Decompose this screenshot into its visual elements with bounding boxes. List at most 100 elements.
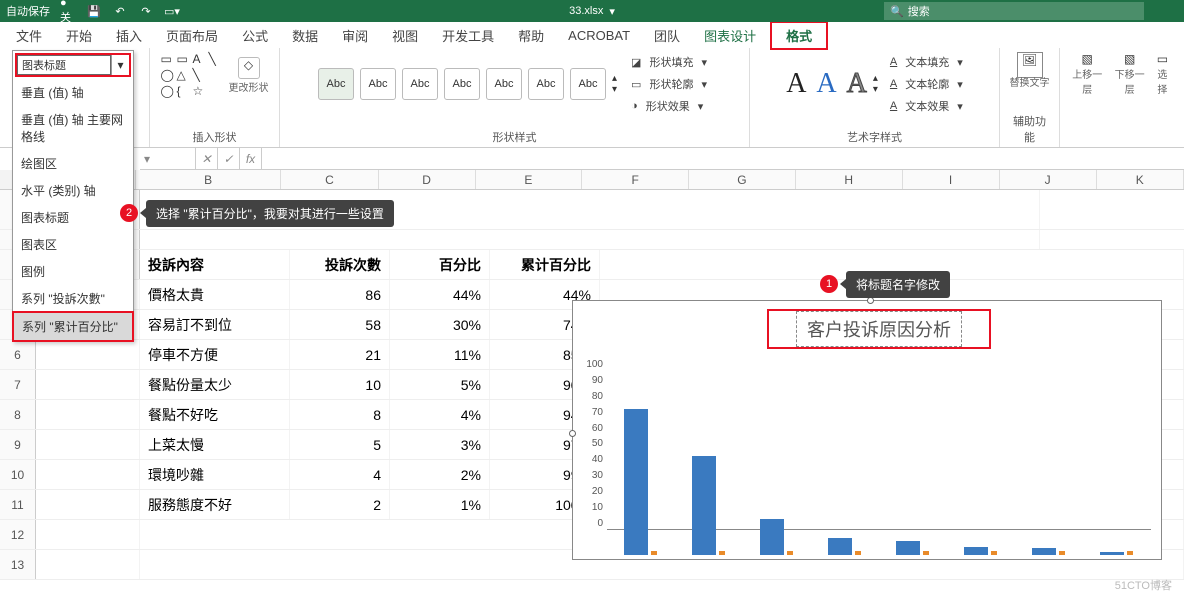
tab-formula[interactable]: 公式 xyxy=(232,22,278,49)
tab-file[interactable]: 文件 xyxy=(6,22,52,49)
text-fill-button[interactable]: A 文本填充 ▾ xyxy=(886,52,967,72)
search-box[interactable]: 🔍 搜索 xyxy=(884,2,1144,20)
shape-gallery-mini[interactable]: ▭▭A╲ ◯△╲ ◯{☆ xyxy=(161,52,223,98)
tab-home[interactable]: 开始 xyxy=(56,22,102,49)
chart-bar[interactable] xyxy=(964,547,988,556)
redo-icon[interactable]: ↷ xyxy=(138,3,154,19)
row-header[interactable]: 6 xyxy=(0,340,36,369)
col-header-d[interactable]: D xyxy=(379,170,476,189)
wordart-more-icon[interactable]: ▴▾ xyxy=(873,73,878,95)
dd-item-vertical-axis[interactable]: 垂直 (值) 轴 xyxy=(13,79,133,106)
chart-bar[interactable] xyxy=(896,541,920,555)
tab-data[interactable]: 数据 xyxy=(282,22,328,49)
row-header[interactable]: 8 xyxy=(0,400,36,429)
alt-text-button[interactable]: 🖼 替换文字 xyxy=(1010,52,1050,89)
dd-item-series-count[interactable]: 系列 "投訴次數" xyxy=(13,285,133,312)
chart-title-editbox[interactable]: 客户投诉原因分析 xyxy=(767,309,991,349)
chart-point[interactable] xyxy=(651,551,657,555)
tab-acrobat[interactable]: ACROBAT xyxy=(558,24,640,47)
chart-point[interactable] xyxy=(787,551,793,555)
tab-insert[interactable]: 插入 xyxy=(106,22,152,49)
text-effects-label: 文本效果 xyxy=(901,97,953,115)
col-header-c[interactable]: C xyxy=(281,170,378,189)
shape-effects-button[interactable]: ◑ 形状效果 ▾ xyxy=(627,96,711,116)
chart-point[interactable] xyxy=(1127,551,1133,555)
col-header-e[interactable]: E xyxy=(476,170,583,189)
row-header[interactable]: 13 xyxy=(0,550,36,579)
chart-point[interactable] xyxy=(719,551,725,555)
text-outline-button[interactable]: A 文本轮廓 ▾ xyxy=(886,74,967,94)
shape-style-4[interactable]: Abc xyxy=(444,68,480,100)
tab-team[interactable]: 团队 xyxy=(644,22,690,49)
bring-forward-button[interactable]: ▧上移一层 xyxy=(1068,52,1106,96)
dd-item-chart-area[interactable]: 图表区 xyxy=(13,231,133,258)
gallery-more-icon[interactable]: ▴▾ xyxy=(612,73,617,95)
tab-pagelayout[interactable]: 页面布局 xyxy=(156,22,228,49)
chart-element-current: 图表标题 xyxy=(22,57,66,73)
chart-point[interactable] xyxy=(1059,551,1065,555)
text-outline-label: 文本轮廓 xyxy=(901,75,953,93)
shape-style-6[interactable]: Abc xyxy=(528,68,564,100)
shape-outline-button[interactable]: ▭ 形状轮廓 ▾ xyxy=(627,74,711,94)
col-header-b[interactable]: B xyxy=(136,170,282,189)
row-header[interactable]: 12 xyxy=(0,520,36,549)
chart-point[interactable] xyxy=(855,551,861,555)
shape-style-1[interactable]: Abc xyxy=(318,68,354,100)
shape-style-2[interactable]: Abc xyxy=(360,68,396,100)
chart-bar[interactable] xyxy=(828,538,852,555)
confirm-icon[interactable]: ✓ xyxy=(218,148,240,169)
formula-input[interactable] xyxy=(262,148,1184,169)
chart-bar[interactable] xyxy=(624,409,648,555)
shape-style-3[interactable]: Abc xyxy=(402,68,438,100)
undo-icon[interactable]: ↶ xyxy=(112,3,128,19)
tab-chartdesign[interactable]: 图表设计 xyxy=(694,22,766,49)
tab-view[interactable]: 视图 xyxy=(382,22,428,49)
shape-style-gallery[interactable]: Abc Abc Abc Abc Abc Abc Abc ▴▾ xyxy=(318,68,617,100)
tab-developer[interactable]: 开发工具 xyxy=(432,22,504,49)
wordart-gallery[interactable]: A A A ▴▾ xyxy=(782,68,878,100)
shape-fill-button[interactable]: ◪ 形状填充 ▾ xyxy=(627,52,711,72)
cancel-icon[interactable]: ✕ xyxy=(196,148,218,169)
row-header[interactable]: 10 xyxy=(0,460,36,489)
change-shape-button[interactable]: ◇ 更改形状 xyxy=(229,57,269,94)
chart-element-namebox[interactable]: 图表标题 xyxy=(17,55,111,75)
dd-item-chart-title[interactable]: 图表标题 xyxy=(13,204,133,231)
fx-icon[interactable]: fx xyxy=(240,148,262,169)
chart-bar[interactable] xyxy=(760,519,784,555)
chevron-down-icon[interactable]: ▾ xyxy=(111,55,129,75)
autosave-toggle[interactable]: ● 关 xyxy=(60,3,76,19)
row-header[interactable]: 9 xyxy=(0,430,36,459)
chart-bar[interactable] xyxy=(1032,548,1056,555)
shape-style-7[interactable]: Abc xyxy=(570,68,606,100)
dd-item-horizontal-axis[interactable]: 水平 (类别) 轴 xyxy=(13,177,133,204)
dd-item-plotarea[interactable]: 绘图区 xyxy=(13,150,133,177)
chart-point[interactable] xyxy=(923,551,929,555)
tab-review[interactable]: 审阅 xyxy=(332,22,378,49)
send-backward-button[interactable]: ▧下移一层 xyxy=(1110,52,1148,96)
chart-title-text[interactable]: 客户投诉原因分析 xyxy=(796,311,962,347)
col-header-h[interactable]: H xyxy=(796,170,903,189)
select-pane-button[interactable]: ▭选择 xyxy=(1153,52,1172,96)
save-icon[interactable]: 💾 xyxy=(86,3,102,19)
col-header-f[interactable]: F xyxy=(582,170,689,189)
dd-item-legend[interactable]: 图例 xyxy=(13,258,133,285)
shape-style-5[interactable]: Abc xyxy=(486,68,522,100)
col-header-k[interactable]: K xyxy=(1097,170,1184,189)
chart-bar[interactable] xyxy=(1100,552,1124,555)
tab-format[interactable]: 格式 xyxy=(770,21,828,50)
col-header-g[interactable]: G xyxy=(689,170,796,189)
row-header[interactable]: 7 xyxy=(0,370,36,399)
col-header-i[interactable]: I xyxy=(903,170,1000,189)
touch-mode-icon[interactable]: ▭▾ xyxy=(164,3,180,19)
tab-help[interactable]: 帮助 xyxy=(508,22,554,49)
dd-item-series-cumpct[interactable]: 系列 "累计百分比" xyxy=(12,311,134,342)
chart-bar[interactable] xyxy=(692,456,716,555)
chart-point[interactable] xyxy=(991,551,997,555)
dd-item-vertical-gridlines[interactable]: 垂直 (值) 轴 主要网格线 xyxy=(13,106,133,150)
text-effects-button[interactable]: A 文本效果 ▾ xyxy=(886,96,967,116)
name-box[interactable]: ▾ xyxy=(140,148,196,169)
embedded-chart[interactable]: 客户投诉原因分析 100 90 80 70 60 50 40 30 20 10 … xyxy=(572,300,1162,560)
row-header[interactable]: 11 xyxy=(0,490,36,519)
col-header-j[interactable]: J xyxy=(1000,170,1097,189)
dropdown-icon[interactable]: ▾ xyxy=(609,5,615,18)
